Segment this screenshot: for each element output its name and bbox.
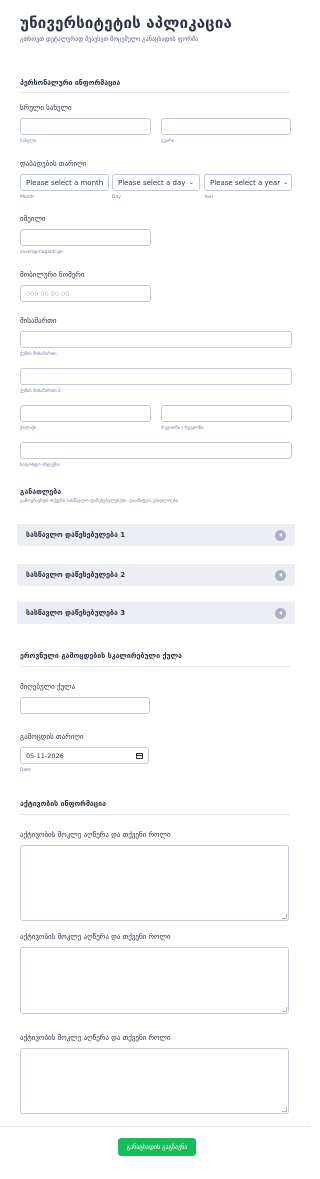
birth-day-value: Please select a day xyxy=(118,178,186,187)
street-address-2-input[interactable] xyxy=(20,368,292,385)
submit-button[interactable]: განაცხადის გაგზავნა xyxy=(118,1138,196,1156)
form-subtitle: გთხოვთ დეტალურად შეავსეთ მოცემული განაცხ… xyxy=(20,36,199,43)
score-input[interactable] xyxy=(20,697,150,714)
birth-day-select[interactable]: Please select a day ⌄ xyxy=(112,174,200,191)
day-sublabel: Day xyxy=(112,195,121,200)
activity-2-label: აქტივობის მოკლე აღწერა და თქვენი როლი xyxy=(20,933,171,941)
phone-label: მობილური ნომერი xyxy=(20,271,85,279)
exam-date-sublabel: Date xyxy=(20,768,31,773)
first-name-sublabel: სახელი xyxy=(20,139,37,144)
education-collapse-2[interactable]: სასწავლო დაწესებულება 2 xyxy=(17,564,295,586)
phone-input[interactable] xyxy=(20,285,151,302)
education-collapse-3[interactable]: სასწავლო დაწესებულება 3 xyxy=(17,602,295,624)
resize-handle-icon[interactable] xyxy=(282,1107,287,1112)
education-subtitle: გამოგზავნეთ თქვენი სასწავლო დაწესებულებე… xyxy=(20,499,180,504)
score-label: მიღებული ქულა xyxy=(20,683,76,691)
birth-month-select[interactable]: Please select a month ⌄ xyxy=(20,174,109,191)
activity-3-wrap xyxy=(20,1048,289,1114)
activity-2-wrap xyxy=(20,947,289,1014)
birth-date-label: დაბადების თარიღი xyxy=(20,160,87,168)
collapse-label: სასწავლო დაწესებულება 2 xyxy=(26,571,126,579)
email-label: იმეილი xyxy=(20,215,46,223)
activity-1-textarea[interactable] xyxy=(20,845,289,921)
form-title: უნივერსიტეტის აპლიკაცია xyxy=(20,14,232,32)
city-input[interactable] xyxy=(20,405,151,422)
street-address-2-sublabel: ქუჩის მისამართი 2 xyxy=(20,389,61,394)
birth-year-select[interactable]: Please select a year ⌄ xyxy=(204,174,292,191)
exam-section-title: ეროვნული გამოცდების სკალირებული ქულა xyxy=(20,652,182,660)
chevron-left-icon xyxy=(275,529,286,541)
region-sublabel: რეგიონი / რეგიონი xyxy=(161,426,204,431)
activity-section-title: აქტივობის ინფორმაცია xyxy=(20,800,106,808)
section-divider xyxy=(20,814,290,815)
zip-code-input[interactable] xyxy=(20,442,292,459)
address-label: მისამართი xyxy=(20,317,57,325)
email-input[interactable] xyxy=(20,229,151,246)
first-name-input[interactable] xyxy=(20,118,151,135)
street-address-input[interactable] xyxy=(20,331,292,348)
last-name-input[interactable] xyxy=(161,118,291,135)
activity-3-label: აქტივობის მოკლე აღწერა და თქვენი როლი xyxy=(20,1034,171,1042)
activity-3-textarea[interactable] xyxy=(20,1048,289,1114)
calendar-icon[interactable] xyxy=(136,752,143,759)
month-sublabel: Month xyxy=(20,195,35,200)
city-sublabel: ქალაქი xyxy=(20,426,37,431)
chevron-left-icon xyxy=(275,607,286,619)
email-sublabel: saxeli@magaliti.ge xyxy=(20,250,63,255)
year-sublabel: Year xyxy=(204,195,214,200)
street-address-sublabel: ქუჩის მისამართი xyxy=(20,352,57,357)
exam-date-label: გამოცდის თარიღი xyxy=(20,733,84,741)
education-section-title: განათლება xyxy=(20,488,62,496)
chevron-down-icon: ⌄ xyxy=(283,179,289,186)
collapse-label: სასწავლო დაწესებულება 1 xyxy=(26,531,126,539)
chevron-left-icon xyxy=(275,569,286,581)
exam-date-input[interactable]: 05-11-2026 xyxy=(20,747,149,764)
chevron-down-icon: ⌄ xyxy=(106,179,108,186)
resize-handle-icon[interactable] xyxy=(282,1007,287,1012)
zip-code-sublabel: საფოსტო ინდექსი xyxy=(20,463,60,468)
activity-1-wrap xyxy=(20,845,289,921)
birth-month-value: Please select a month xyxy=(26,178,104,187)
section-divider xyxy=(20,666,290,667)
education-collapse-1[interactable]: სასწავლო დაწესებულება 1 xyxy=(17,524,295,546)
personal-section-title: პერსონალური ინფორმაცია xyxy=(20,79,121,87)
activity-1-label: აქტივობის მოკლე აღწერა და თქვენი როლი xyxy=(20,831,171,839)
exam-date-value: 05-11-2026 xyxy=(26,751,64,760)
region-input[interactable] xyxy=(161,405,292,422)
full-name-label: სრული სახელი xyxy=(20,104,72,112)
resize-handle-icon[interactable] xyxy=(282,914,287,919)
chevron-down-icon: ⌄ xyxy=(188,179,194,186)
last-name-sublabel: გვარი xyxy=(161,139,175,144)
section-divider xyxy=(20,92,290,93)
footer-divider xyxy=(0,1126,310,1127)
activity-2-textarea[interactable] xyxy=(20,947,289,1014)
collapse-label: სასწავლო დაწესებულება 3 xyxy=(26,609,126,617)
birth-year-value: Please select a year xyxy=(210,178,281,187)
